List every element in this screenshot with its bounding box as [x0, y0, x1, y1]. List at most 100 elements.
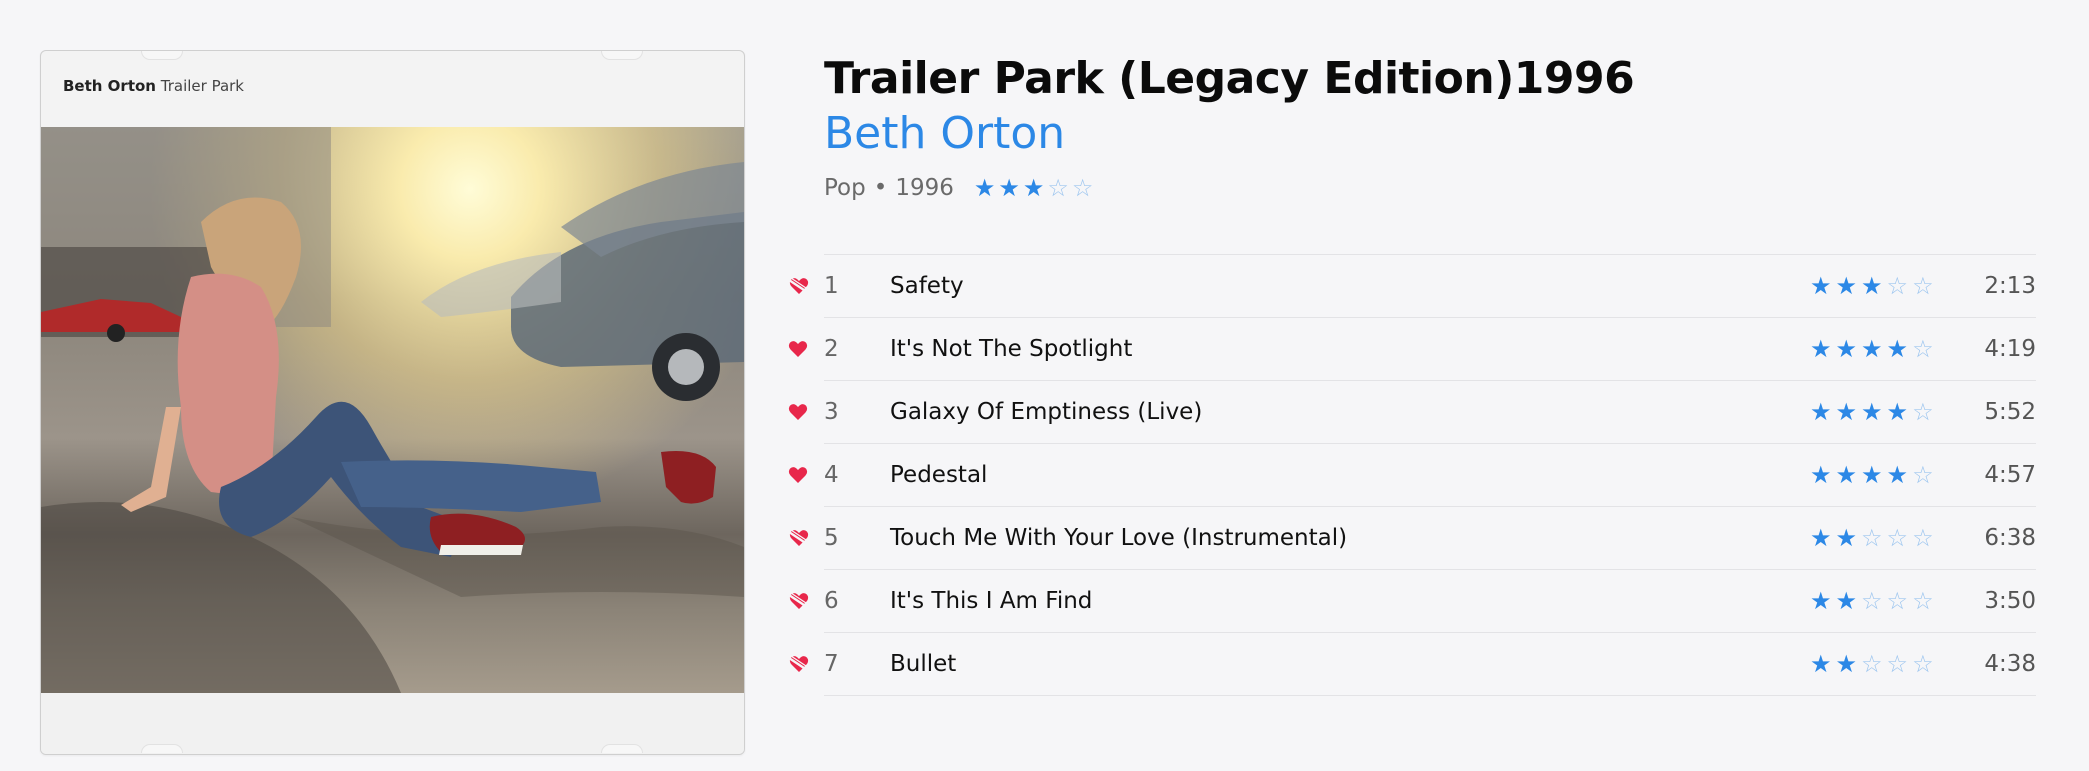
star-filled-icon[interactable]: ★	[1836, 526, 1858, 550]
cover-photo	[41, 127, 744, 693]
year-label: 1996	[895, 175, 954, 201]
artist-link[interactable]: Beth Orton	[824, 108, 1065, 159]
track-number: 7	[824, 651, 839, 677]
heart-icon[interactable]	[788, 339, 808, 359]
star-filled-icon[interactable]: ★	[974, 176, 996, 200]
track-title[interactable]: Pedestal	[890, 462, 1810, 488]
star-empty-icon[interactable]: ☆	[1072, 176, 1094, 200]
star-filled-icon[interactable]: ★	[1861, 463, 1883, 487]
star-empty-icon[interactable]: ☆	[1861, 526, 1883, 550]
genre-label[interactable]: Pop	[824, 175, 866, 201]
track-duration: 2:13	[1984, 273, 2036, 299]
tray-clip	[601, 744, 643, 753]
album-artwork[interactable]: Beth Orton Trailer Park	[40, 50, 745, 755]
star-empty-icon[interactable]: ☆	[1912, 589, 1934, 613]
track-row[interactable]: 2 It's Not The Spotlight ★ ★ ★ ★ ☆ 4:19	[788, 318, 2036, 381]
track-rating[interactable]: ★ ★ ★ ☆ ☆	[1810, 274, 1940, 298]
track-rating[interactable]: ★ ★ ☆ ☆ ☆	[1810, 526, 1940, 550]
tray-clip	[601, 51, 643, 60]
track-row[interactable]: 7 Bullet ★ ★ ☆ ☆ ☆ 4:38	[788, 633, 2036, 696]
meta-separator: •	[873, 175, 888, 201]
track-duration: 6:38	[1984, 525, 2036, 551]
star-filled-icon[interactable]: ★	[1836, 400, 1858, 424]
track-row[interactable]: 5 Touch Me With Your Love (Instrumental) ★…	[788, 507, 2036, 570]
track-number: 3	[824, 399, 839, 425]
star-filled-icon[interactable]: ★	[1887, 400, 1909, 424]
track-rating[interactable]: ★ ★ ★ ★ ☆	[1810, 337, 1940, 361]
track-title[interactable]: Safety	[890, 273, 1810, 299]
track-rating[interactable]: ★ ★ ★ ★ ☆	[1810, 400, 1940, 424]
star-empty-icon[interactable]: ☆	[1887, 526, 1909, 550]
track-title[interactable]: Bullet	[890, 651, 1810, 677]
star-filled-icon[interactable]: ★	[1810, 463, 1832, 487]
tray-clip	[141, 744, 183, 753]
star-empty-icon[interactable]: ☆	[1861, 652, 1883, 676]
track-title[interactable]: Galaxy Of Emptiness (Live)	[890, 399, 1810, 425]
star-empty-icon[interactable]: ☆	[1861, 589, 1883, 613]
heart-icon[interactable]	[788, 402, 808, 422]
star-filled-icon[interactable]: ★	[1810, 337, 1832, 361]
star-filled-icon[interactable]: ★	[998, 176, 1020, 200]
cd-tray-bottom	[41, 693, 744, 754]
track-duration: 4:19	[1984, 336, 2036, 362]
star-filled-icon[interactable]: ★	[1887, 337, 1909, 361]
track-rating[interactable]: ★ ★ ☆ ☆ ☆	[1810, 589, 1940, 613]
cover-artist-text: Beth Orton	[63, 77, 156, 95]
track-number: 6	[824, 588, 839, 614]
track-duration: 5:52	[1984, 399, 2036, 425]
star-empty-icon[interactable]: ☆	[1912, 274, 1934, 298]
star-filled-icon[interactable]: ★	[1810, 274, 1832, 298]
track-title[interactable]: Touch Me With Your Love (Instrumental)	[890, 525, 1810, 551]
star-filled-icon[interactable]: ★	[1810, 526, 1832, 550]
track-rating[interactable]: ★ ★ ★ ★ ☆	[1810, 463, 1940, 487]
cover-title-text: Trailer Park	[160, 77, 244, 95]
star-filled-icon[interactable]: ★	[1836, 463, 1858, 487]
star-empty-icon[interactable]: ☆	[1047, 176, 1069, 200]
star-filled-icon[interactable]: ★	[1810, 400, 1832, 424]
track-row[interactable]: 1 Safety ★ ★ ★ ☆ ☆ 2:13	[788, 255, 2036, 318]
star-filled-icon[interactable]: ★	[1836, 652, 1858, 676]
track-list: 1 Safety ★ ★ ★ ☆ ☆ 2:13 2 It's Not The Spotlight ★…	[788, 254, 2036, 696]
star-empty-icon[interactable]: ☆	[1887, 589, 1909, 613]
star-empty-icon[interactable]: ☆	[1912, 526, 1934, 550]
star-filled-icon[interactable]: ★	[1836, 337, 1858, 361]
track-rating[interactable]: ★ ★ ☆ ☆ ☆	[1810, 652, 1940, 676]
star-empty-icon[interactable]: ☆	[1912, 463, 1934, 487]
cover-illustration	[41, 127, 744, 693]
star-empty-icon[interactable]: ☆	[1887, 274, 1909, 298]
star-filled-icon[interactable]: ★	[1023, 176, 1045, 200]
star-filled-icon[interactable]: ★	[1836, 274, 1858, 298]
star-filled-icon[interactable]: ★	[1887, 463, 1909, 487]
star-filled-icon[interactable]: ★	[1810, 652, 1832, 676]
tray-clip	[141, 51, 183, 60]
track-title[interactable]: It's Not The Spotlight	[890, 336, 1810, 362]
star-filled-icon[interactable]: ★	[1810, 589, 1832, 613]
track-row[interactable]: 6 It's This I Am Find ★ ★ ☆ ☆ ☆ 3:50	[788, 570, 2036, 633]
star-empty-icon[interactable]: ☆	[1912, 400, 1934, 424]
track-duration: 4:57	[1984, 462, 2036, 488]
track-number: 1	[824, 273, 839, 299]
track-title[interactable]: It's This I Am Find	[890, 588, 1810, 614]
cover-text: Beth Orton Trailer Park	[63, 77, 244, 95]
track-row[interactable]: 3 Galaxy Of Emptiness (Live) ★ ★ ★ ★ ☆ 5:52	[788, 381, 2036, 444]
heart-icon[interactable]	[788, 465, 808, 485]
star-filled-icon[interactable]: ★	[1836, 589, 1858, 613]
star-empty-icon[interactable]: ☆	[1912, 652, 1934, 676]
star-filled-icon[interactable]: ★	[1861, 400, 1883, 424]
track-duration: 4:38	[1984, 651, 2036, 677]
album-title: Trailer Park (Legacy Edition)1996	[824, 53, 1635, 104]
album-meta: Pop • 1996 ★ ★ ★ ☆ ☆	[824, 175, 1093, 201]
disliked-heart-icon[interactable]	[788, 528, 810, 548]
star-filled-icon[interactable]: ★	[1861, 274, 1883, 298]
track-number: 4	[824, 462, 839, 488]
disliked-heart-icon[interactable]	[788, 591, 810, 611]
star-empty-icon[interactable]: ☆	[1887, 652, 1909, 676]
track-number: 5	[824, 525, 839, 551]
disliked-heart-icon[interactable]	[788, 654, 810, 674]
star-empty-icon[interactable]: ☆	[1912, 337, 1934, 361]
album-rating[interactable]: ★ ★ ★ ☆ ☆	[974, 176, 1094, 200]
disliked-heart-icon[interactable]	[788, 276, 810, 296]
track-number: 2	[824, 336, 839, 362]
star-filled-icon[interactable]: ★	[1861, 337, 1883, 361]
track-row[interactable]: 4 Pedestal ★ ★ ★ ★ ☆ 4:57	[788, 444, 2036, 507]
